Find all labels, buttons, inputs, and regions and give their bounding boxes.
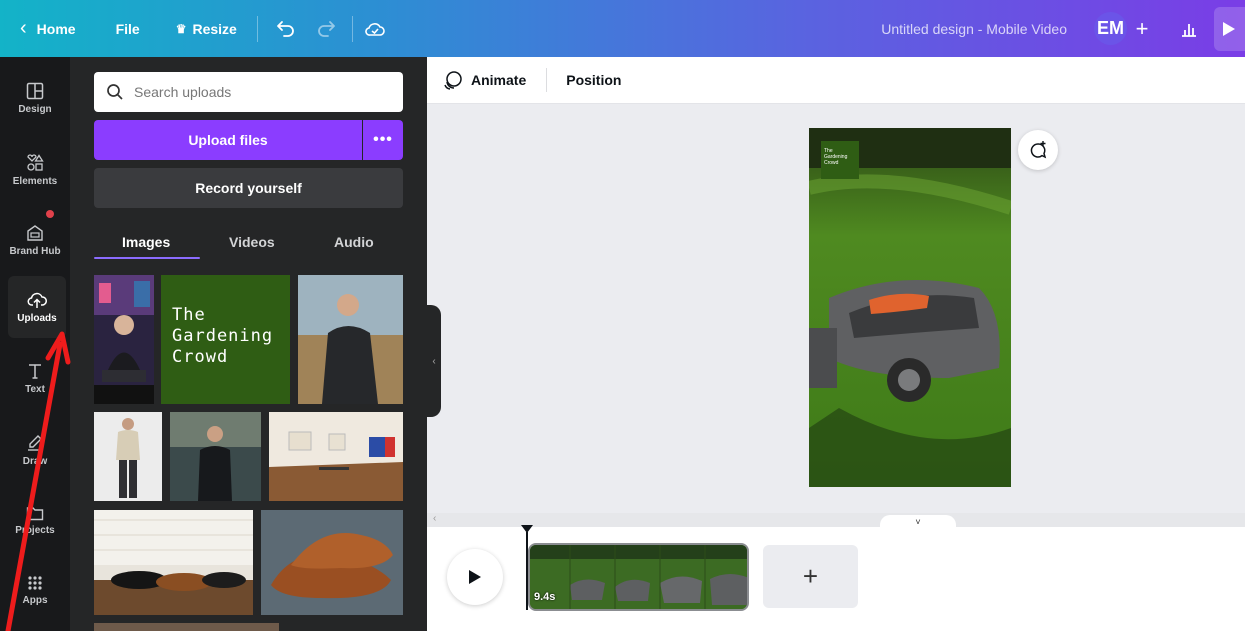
- chevron-left-icon: ‹: [20, 17, 27, 39]
- uploads-panel: Upload files ••• Record yourself Images …: [70, 57, 427, 631]
- timeline-clip[interactable]: 9.4s: [528, 543, 749, 611]
- upload-thumbnail-partial[interactable]: [94, 623, 279, 631]
- nav-label: Text: [25, 383, 45, 395]
- upload-thumbnail-brown-shoes[interactable]: [261, 510, 403, 615]
- nav-item-design[interactable]: Design: [0, 67, 70, 129]
- draw-icon: [28, 434, 42, 451]
- redo-icon[interactable]: [314, 17, 338, 41]
- file-menu-button[interactable]: File: [116, 0, 140, 57]
- upload-thumbnail-man-field[interactable]: [298, 275, 403, 404]
- nav-item-text[interactable]: Text: [0, 347, 70, 409]
- add-page-button[interactable]: +: [763, 545, 858, 608]
- play-button[interactable]: [447, 549, 503, 605]
- thumbnail-text: The Gardening Crowd: [172, 305, 274, 367]
- toolbar-divider: [546, 68, 548, 92]
- context-toolbar: Animate Position: [427, 57, 1245, 104]
- plus-icon[interactable]: +: [1130, 12, 1154, 45]
- search-input[interactable]: [134, 84, 394, 100]
- playhead-line[interactable]: [526, 532, 528, 610]
- apps-grid-icon: [28, 575, 42, 590]
- upload-files-button[interactable]: Upload files: [94, 120, 362, 160]
- nav-item-uploads[interactable]: Uploads: [8, 276, 66, 338]
- upload-thumbnail-shoes-bench[interactable]: [94, 510, 253, 615]
- upload-thumbnail-studio[interactable]: [94, 275, 154, 404]
- search-icon: [107, 84, 123, 100]
- brand-icon: [27, 224, 43, 241]
- search-box[interactable]: [94, 72, 403, 112]
- play-icon: [469, 570, 481, 584]
- folder-icon: [26, 506, 44, 520]
- active-tab-indicator: [94, 257, 200, 259]
- nav-label: Apps: [22, 594, 48, 606]
- crown-icon: ♛: [175, 21, 187, 36]
- tab-audio[interactable]: Audio: [334, 227, 374, 257]
- tab-images[interactable]: Images: [122, 227, 170, 257]
- upload-thumbnail-gallery[interactable]: [269, 412, 403, 501]
- resize-label: Resize: [192, 20, 237, 37]
- upload-thumbnail-man-lake[interactable]: [170, 412, 261, 501]
- brand-tag-logo[interactable]: The Gardening Crowd: [821, 141, 859, 179]
- canvas-page-video[interactable]: The Gardening Crowd: [809, 128, 1011, 487]
- cloud-upload-icon: [27, 292, 47, 308]
- nav-label: Brand Hub: [9, 245, 61, 257]
- shapes-icon: [27, 153, 44, 171]
- nav-label: Draw: [22, 455, 48, 467]
- nav-label: Design: [18, 103, 52, 115]
- timeline-scroll-strip: ‹: [427, 513, 1245, 527]
- nav-item-apps[interactable]: Apps: [0, 559, 70, 621]
- topbar-divider: [351, 15, 353, 42]
- nav-item-projects[interactable]: Projects: [0, 489, 70, 551]
- nav-item-brand-hub[interactable]: Brand Hub: [0, 209, 70, 271]
- nav-label: Elements: [12, 175, 58, 187]
- text-icon: [29, 363, 41, 379]
- cloud-saved-icon[interactable]: [363, 17, 387, 41]
- insights-icon[interactable]: [1174, 14, 1204, 44]
- notification-dot: [46, 210, 54, 218]
- record-yourself-button[interactable]: Record yourself: [94, 168, 403, 208]
- left-nav: Design Elements Brand Hub Uploads Text D…: [0, 57, 70, 631]
- collapse-panel-handle[interactable]: ‹: [427, 305, 441, 417]
- nav-label: Uploads: [17, 312, 57, 324]
- topbar-divider: [256, 15, 258, 42]
- add-comment-button[interactable]: [1018, 130, 1058, 170]
- nav-item-elements[interactable]: Elements: [0, 139, 70, 201]
- animate-button[interactable]: Animate: [443, 70, 526, 90]
- position-button[interactable]: Position: [566, 72, 621, 88]
- undo-icon[interactable]: [274, 17, 298, 41]
- top-bar: ‹ Home File ♛ Resize Untitled design - M…: [0, 0, 1245, 57]
- avatar[interactable]: EM: [1094, 12, 1127, 45]
- animate-label: Animate: [471, 72, 527, 88]
- tab-videos[interactable]: Videos: [229, 227, 275, 257]
- nav-label: Projects: [15, 524, 55, 536]
- nav-item-draw[interactable]: Draw: [0, 419, 70, 481]
- comment-plus-icon: [1030, 141, 1047, 159]
- design-title[interactable]: Untitled design - Mobile Video: [881, 0, 1067, 57]
- upload-more-options-button[interactable]: •••: [363, 120, 403, 160]
- resize-button[interactable]: ♛ Resize: [176, 0, 237, 57]
- home-label: Home: [36, 20, 76, 37]
- present-icon[interactable]: [1214, 7, 1245, 51]
- layout-icon: [26, 82, 44, 99]
- animate-icon: [444, 71, 462, 90]
- upload-thumbnail-gardening-crowd[interactable]: The Gardening Crowd: [161, 275, 290, 404]
- clip-duration: 9.4s: [534, 591, 556, 603]
- upload-thumbnail-man-jacket[interactable]: [94, 412, 162, 501]
- home-button[interactable]: ‹ Home: [0, 0, 76, 57]
